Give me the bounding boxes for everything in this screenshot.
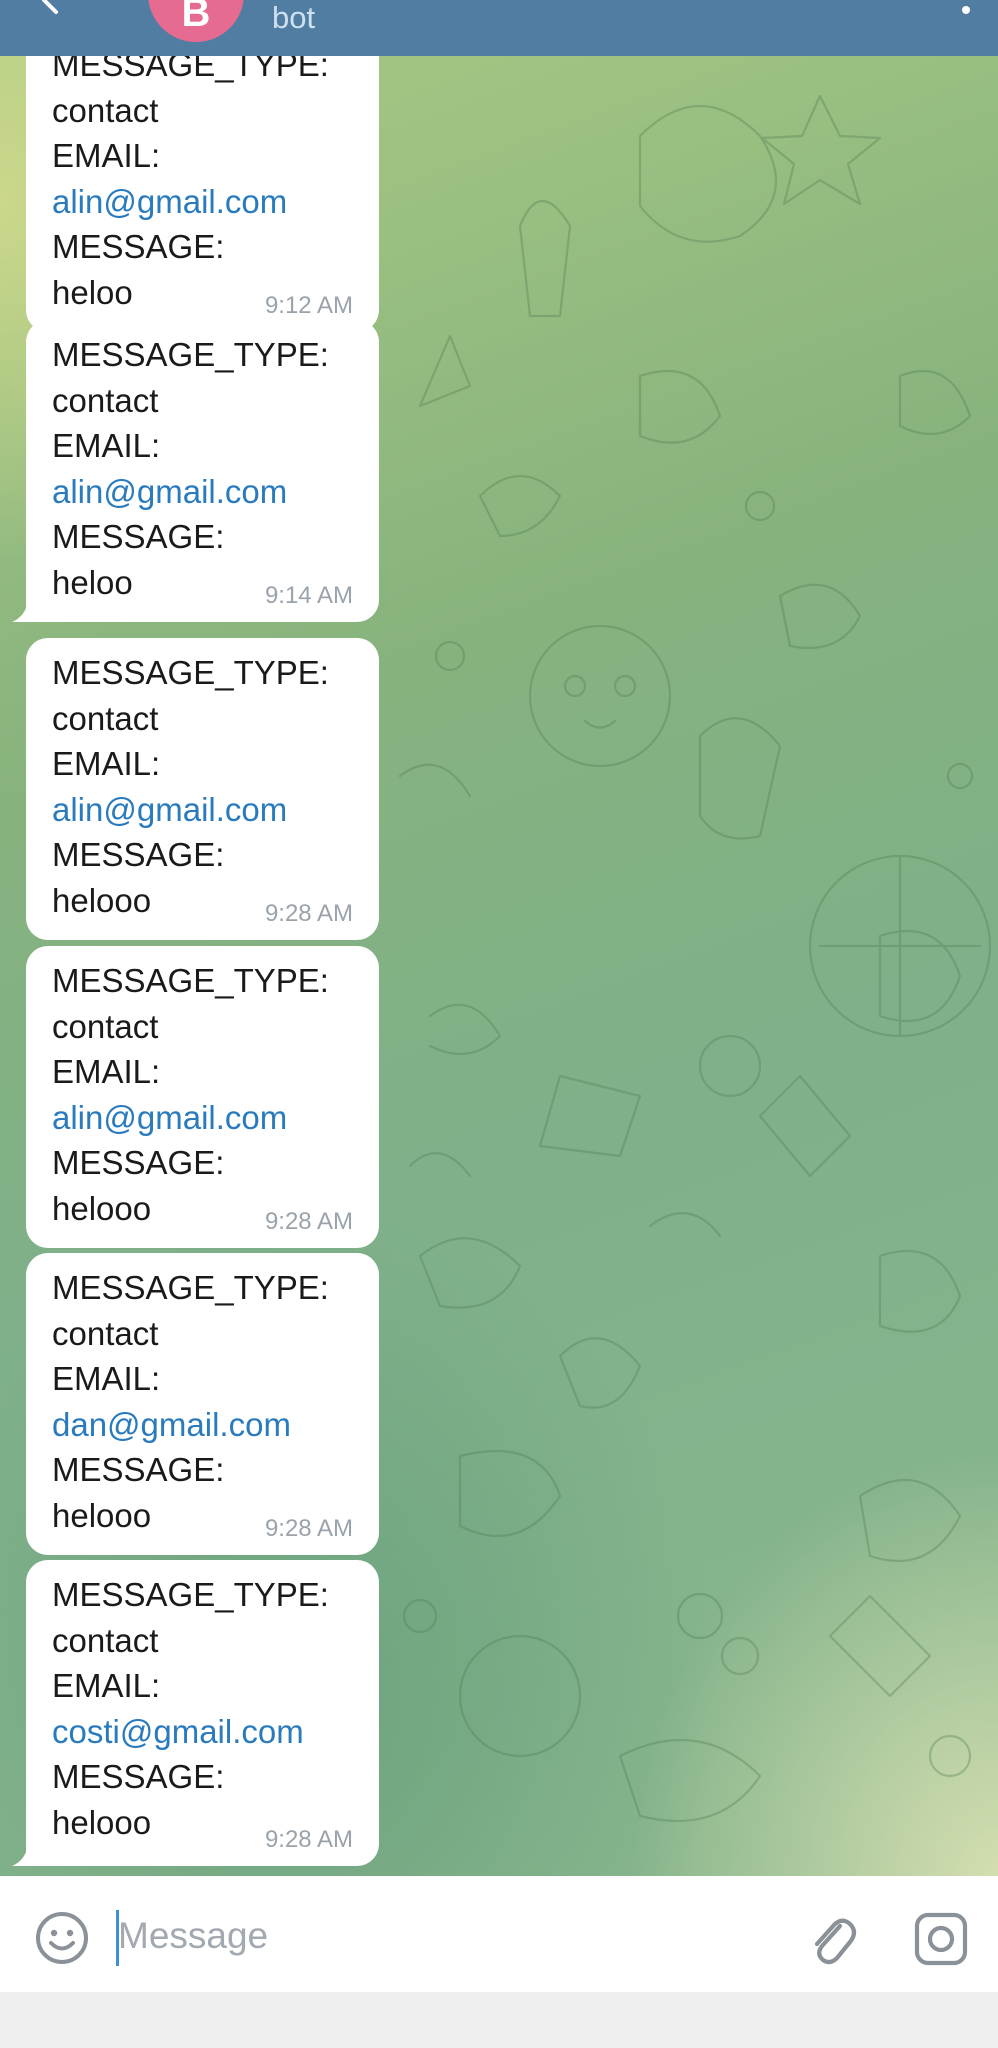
email-label: EMAIL: [52, 1360, 161, 1397]
message-type-value: contact [52, 91, 159, 129]
message-composer [0, 1876, 998, 1992]
message-timestamp: 9:28 AM [264, 900, 353, 927]
message-label: MESSAGE: [52, 1451, 225, 1488]
camera-icon[interactable] [912, 1910, 970, 1968]
message-bubble[interactable]: MESSAGE_TYPE: contact EMAIL: alin@gmail.… [26, 56, 379, 332]
chat-header: B bot [0, 0, 998, 56]
chat-subtitle: bot [272, 0, 316, 35]
message-type-value: contact [52, 381, 159, 419]
chat-area[interactable]: MESSAGE_TYPE: contact EMAIL: alin@gmail.… [0, 56, 998, 1876]
message-bubble[interactable]: MESSAGE_TYPE: contact EMAIL: costi@gmail… [12, 1560, 379, 1866]
email-link[interactable]: alin@gmail.com [52, 179, 359, 225]
message-type-label: MESSAGE_TYPE: [52, 56, 329, 83]
bubble-tail [12, 600, 38, 622]
message-timestamp: 9:28 AM [264, 1826, 353, 1853]
more-vertical-icon[interactable] [960, 0, 972, 14]
avatar[interactable]: B [148, 0, 244, 42]
message-input[interactable] [118, 1906, 778, 1966]
message-bubble[interactable]: MESSAGE_TYPE: contact EMAIL: alin@gmail.… [26, 946, 379, 1248]
email-link[interactable]: alin@gmail.com [52, 1095, 359, 1141]
message-bubble[interactable]: MESSAGE_TYPE: contact EMAIL: dan@gmail.c… [26, 1253, 379, 1555]
back-arrow-icon[interactable] [30, 0, 74, 22]
message-type-value: contact [52, 699, 159, 737]
email-label: EMAIL: [52, 1667, 161, 1704]
message-type-label: MESSAGE_TYPE: [52, 336, 329, 373]
email-link[interactable]: alin@gmail.com [52, 469, 359, 515]
email-link[interactable]: costi@gmail.com [52, 1709, 359, 1755]
message-type-label: MESSAGE_TYPE: [52, 1269, 329, 1306]
email-label: EMAIL: [52, 1053, 161, 1090]
message-type-value: contact [52, 1007, 159, 1045]
email-link[interactable]: dan@gmail.com [52, 1402, 359, 1448]
system-nav-bar [0, 1992, 998, 2048]
message-type-value: contact [52, 1314, 159, 1352]
message-timestamp: 9:28 AM [264, 1515, 353, 1542]
message-type-label: MESSAGE_TYPE: [52, 1576, 329, 1613]
message-bubble[interactable]: MESSAGE_TYPE: contact EMAIL: alin@gmail.… [12, 320, 379, 622]
email-label: EMAIL: [52, 137, 161, 174]
message-timestamp: 9:14 AM [264, 582, 353, 609]
message-label: MESSAGE: [52, 1758, 225, 1795]
email-label: EMAIL: [52, 427, 161, 464]
message-bubble[interactable]: MESSAGE_TYPE: contact EMAIL: alin@gmail.… [26, 638, 379, 940]
message-timestamp: 9:28 AM [264, 1208, 353, 1235]
email-label: EMAIL: [52, 745, 161, 782]
bubble-tail [12, 1844, 38, 1866]
emoji-icon[interactable] [34, 1910, 90, 1966]
message-label: MESSAGE: [52, 836, 225, 873]
message-label: MESSAGE: [52, 1144, 225, 1181]
message-type-label: MESSAGE_TYPE: [52, 654, 329, 691]
message-type-value: contact [52, 1621, 159, 1659]
message-timestamp: 9:12 AM [264, 292, 353, 319]
message-type-label: MESSAGE_TYPE: [52, 962, 329, 999]
email-link[interactable]: alin@gmail.com [52, 787, 359, 833]
message-label: MESSAGE: [52, 518, 225, 555]
message-label: MESSAGE: [52, 228, 225, 265]
paperclip-icon[interactable] [804, 1908, 858, 1968]
avatar-initial: B [181, 0, 211, 35]
